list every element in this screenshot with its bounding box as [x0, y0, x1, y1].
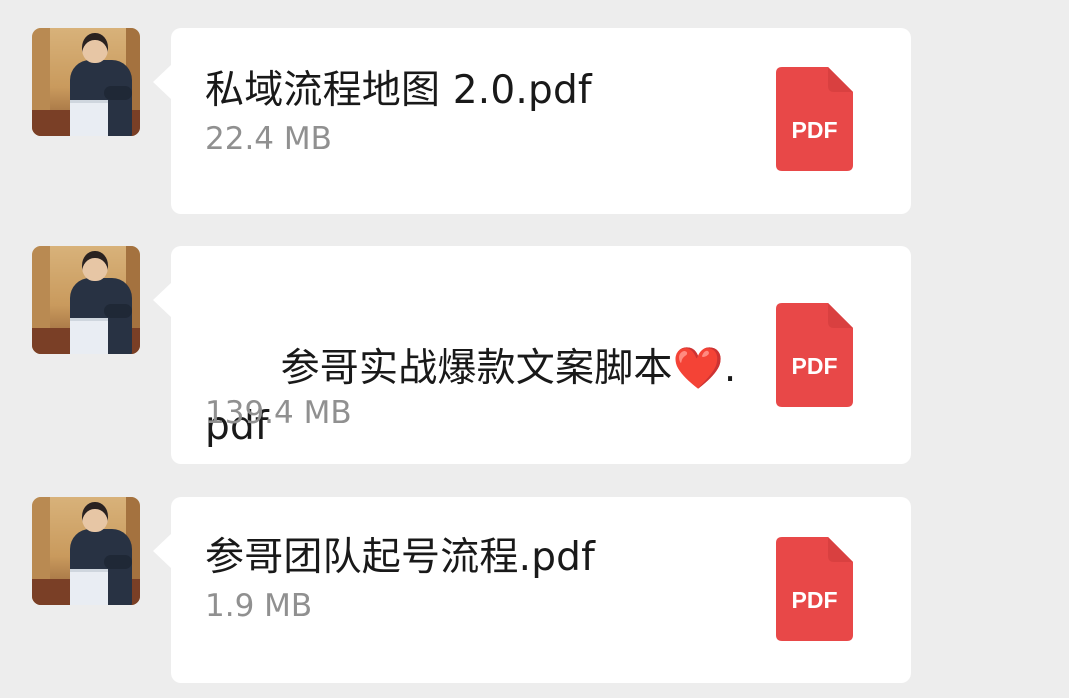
pdf-file-icon: PDF — [776, 537, 853, 641]
avatar-podium — [70, 569, 108, 605]
chat-list: 私域流程地图 2.0.pdf 22.4 MB PDF 参哥实战爆款文案脚本❤️.… — [0, 0, 1069, 698]
avatar[interactable] — [32, 246, 140, 354]
bubble-arrow — [153, 282, 172, 318]
bubble-arrow — [153, 64, 172, 100]
pdf-file-icon: PDF — [776, 67, 853, 171]
avatar-person-head — [82, 33, 108, 63]
pdf-label: PDF — [791, 353, 838, 379]
avatar-podium — [70, 318, 108, 354]
avatar-person-arm — [104, 86, 132, 100]
file-name-text: 参哥实战爆款文案脚本 — [280, 346, 673, 391]
file-name: 私域流程地图 2.0.pdf — [205, 68, 592, 113]
file-size: 1.9 MB — [205, 588, 313, 624]
avatar[interactable] — [32, 497, 140, 605]
pdf-label: PDF — [791, 587, 838, 613]
bubble-arrow — [153, 533, 172, 569]
avatar-person-arm — [104, 304, 132, 318]
avatar-person-head — [82, 251, 108, 281]
file-message-2[interactable]: 参哥实战爆款文案脚本❤️.pdf 139.4 MB PDF — [0, 246, 1069, 464]
file-size: 139.4 MB — [205, 395, 352, 431]
pdf-file-icon: PDF — [776, 303, 853, 407]
file-message-3[interactable]: 参哥团队起号流程.pdf 1.9 MB PDF — [0, 497, 1069, 683]
heart-icon: ❤️ — [672, 344, 724, 392]
file-name: 参哥团队起号流程.pdf — [205, 535, 596, 580]
pdf-label: PDF — [791, 117, 838, 143]
avatar-person-head — [82, 502, 108, 532]
file-message-1[interactable]: 私域流程地图 2.0.pdf 22.4 MB PDF — [0, 28, 1069, 214]
avatar-person-arm — [104, 555, 132, 569]
avatar-podium — [70, 100, 108, 136]
file-size: 22.4 MB — [205, 121, 332, 157]
avatar[interactable] — [32, 28, 140, 136]
